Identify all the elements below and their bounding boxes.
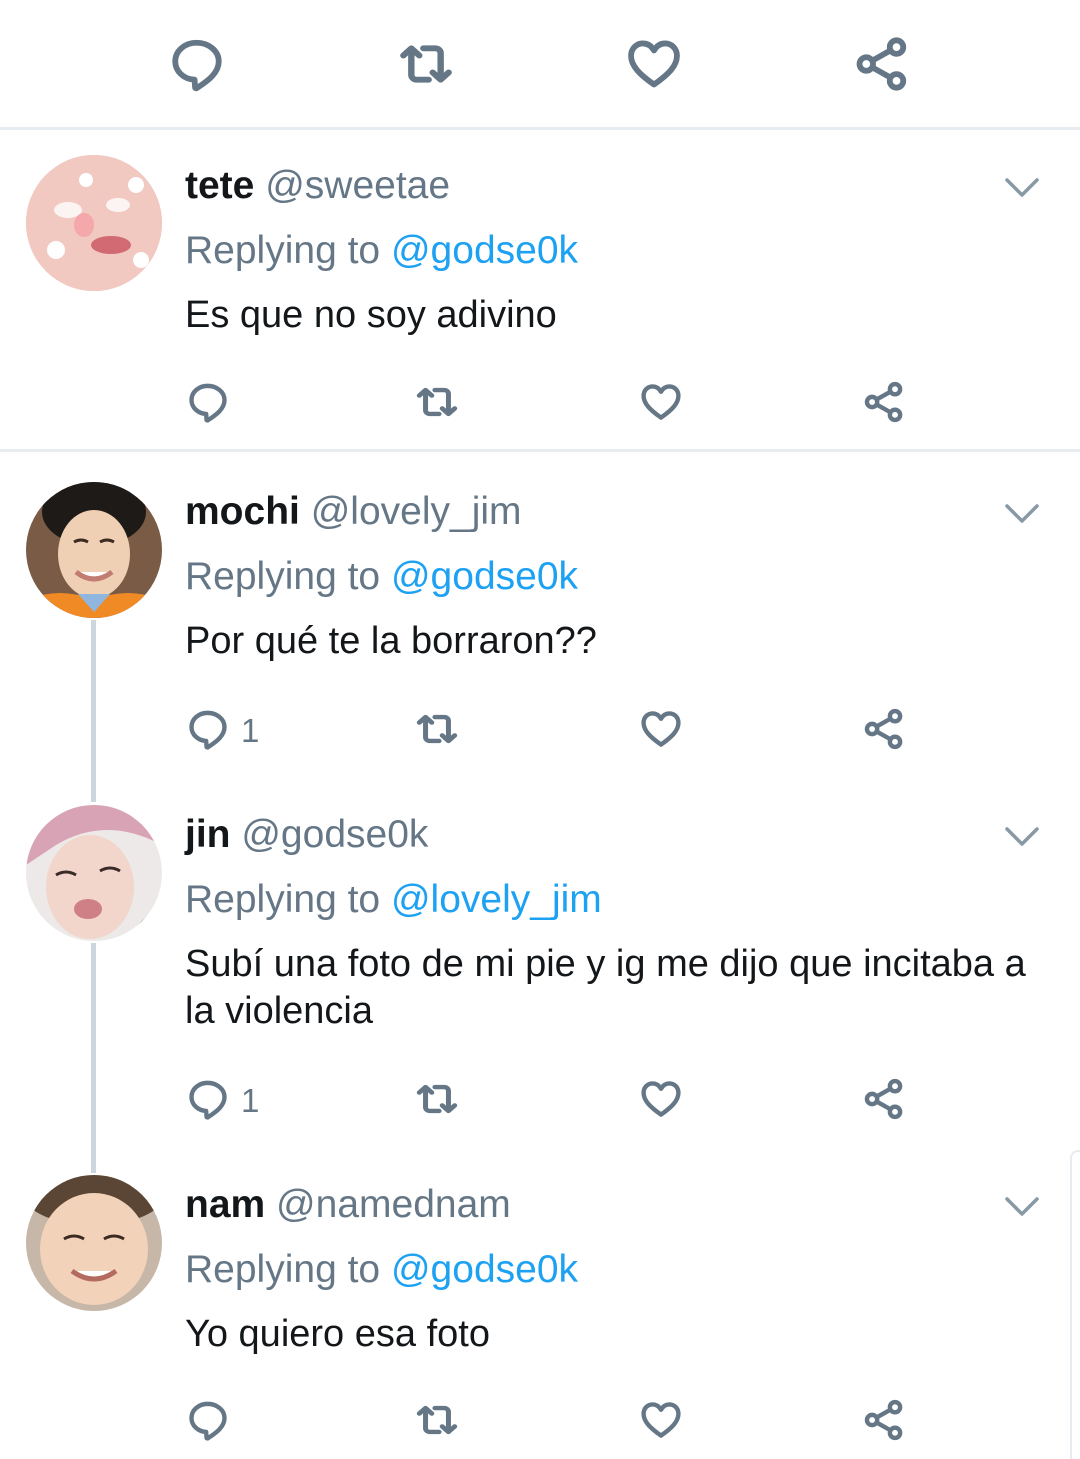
thread-line <box>91 620 96 802</box>
chevron-down-icon[interactable] <box>1004 176 1040 200</box>
retweet-icon[interactable] <box>412 1077 462 1121</box>
replying-to-label: Replying to <box>185 555 381 598</box>
heart-icon[interactable] <box>639 1077 683 1121</box>
retweet-icon[interactable] <box>412 1398 462 1442</box>
author-line: mochi @lovely_jim <box>185 489 522 535</box>
chevron-down-icon[interactable] <box>1004 1195 1040 1219</box>
heart-icon[interactable] <box>639 380 683 424</box>
username[interactable]: @lovely_jim <box>311 490 522 533</box>
reply-bubble-icon[interactable] <box>186 1077 230 1121</box>
retweet-icon[interactable] <box>412 380 462 424</box>
display-name[interactable]: nam <box>185 1183 265 1226</box>
avatar[interactable] <box>26 482 162 618</box>
scrollbar[interactable] <box>1070 1150 1080 1459</box>
reply-bubble-icon[interactable] <box>168 35 226 93</box>
reply-bubble-icon[interactable] <box>186 1398 230 1442</box>
chevron-down-icon[interactable] <box>1004 825 1040 849</box>
replying-to-label: Replying to <box>185 1248 381 1291</box>
avatar[interactable] <box>26 1175 162 1311</box>
replying-to-line: Replying to @godse0k <box>185 554 578 600</box>
divider <box>0 127 1080 130</box>
username[interactable]: @godse0k <box>241 813 428 856</box>
reply-count: 1 <box>241 712 260 749</box>
mention-link[interactable]: @godse0k <box>391 555 578 598</box>
tweet-text: Subí una foto de mi pie y ig me dijo que… <box>185 943 1026 1032</box>
display-name[interactable]: tete <box>185 164 254 207</box>
share-icon[interactable] <box>853 35 911 93</box>
replying-to-label: Replying to <box>185 878 381 921</box>
mention-link[interactable]: @godse0k <box>391 1248 578 1291</box>
share-icon[interactable] <box>862 707 906 751</box>
heart-icon[interactable] <box>639 1398 683 1442</box>
tweet-text: Yo quiero esa foto <box>185 1313 490 1355</box>
author-line: jin @godse0k <box>185 812 428 858</box>
chevron-down-icon[interactable] <box>1004 502 1040 526</box>
mention-link[interactable]: @godse0k <box>391 229 578 272</box>
share-icon[interactable] <box>862 1398 906 1442</box>
retweet-icon[interactable] <box>412 707 462 751</box>
replying-to-line: Replying to @godse0k <box>185 1247 578 1293</box>
divider <box>0 449 1080 452</box>
display-name[interactable]: mochi <box>185 490 300 533</box>
avatar[interactable] <box>26 155 162 291</box>
username[interactable]: @namednam <box>276 1183 511 1226</box>
author-line: nam @namednam <box>185 1182 511 1228</box>
display-name[interactable]: jin <box>185 813 231 856</box>
replying-to-line: Replying to @godse0k <box>185 228 578 274</box>
reply-count: 1 <box>241 1082 260 1119</box>
tweet-text: Por qué te la borraron?? <box>185 620 597 662</box>
tweet-text: Es que no soy adivino <box>185 294 557 336</box>
avatar[interactable] <box>26 805 162 941</box>
replying-to-label: Replying to <box>185 229 381 272</box>
replying-to-line: Replying to @lovely_jim <box>185 877 602 923</box>
share-icon[interactable] <box>862 380 906 424</box>
username[interactable]: @sweetae <box>265 164 450 207</box>
thread-line <box>91 943 96 1173</box>
author-line: tete @sweetae <box>185 163 450 209</box>
reply-bubble-icon[interactable] <box>186 380 230 424</box>
reply-bubble-icon[interactable] <box>186 707 230 751</box>
heart-icon[interactable] <box>624 35 684 93</box>
retweet-icon[interactable] <box>394 35 458 93</box>
heart-icon[interactable] <box>639 707 683 751</box>
share-icon[interactable] <box>862 1077 906 1121</box>
mention-link[interactable]: @lovely_jim <box>391 878 602 921</box>
